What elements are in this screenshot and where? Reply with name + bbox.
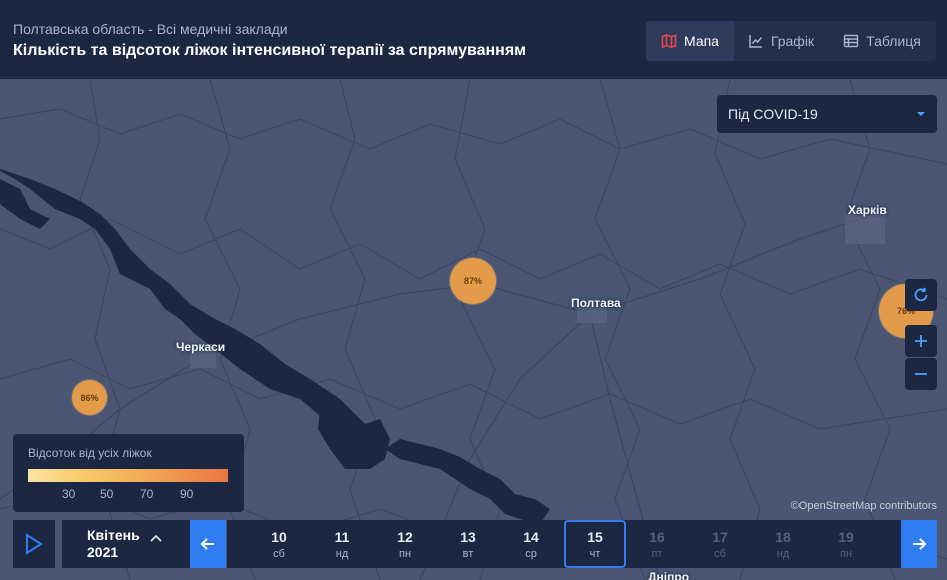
- day-item-selected[interactable]: 15 чт: [564, 520, 626, 568]
- day-weekday: вт: [462, 547, 474, 560]
- tab-map[interactable]: Мапа: [646, 21, 734, 61]
- day-number: 14: [523, 528, 539, 545]
- day-item[interactable]: 14 ср: [500, 520, 562, 568]
- header: Полтавська область - Всі медичні заклади…: [0, 0, 947, 78]
- day-number: 17: [712, 528, 728, 545]
- chart-icon: [749, 35, 762, 48]
- view-tabs: Мапа Графік Таблиця: [646, 21, 936, 61]
- timeline: Квітень 2021 10 сб 11 нд 12 пн 13 вт 14 …: [0, 520, 947, 580]
- day-number: 10: [271, 528, 287, 545]
- month-name: Квітень: [87, 527, 140, 543]
- play-button[interactable]: [13, 520, 55, 568]
- day-weekday: сб: [714, 547, 726, 560]
- day-item[interactable]: 11 нд: [311, 520, 373, 568]
- chevron-down-icon: [917, 112, 925, 116]
- play-icon: [26, 533, 43, 555]
- page-title: Кількість та відсоток ліжок інтенсивної …: [13, 42, 527, 59]
- reset-view-button[interactable]: [905, 279, 937, 311]
- day-weekday: пн: [398, 547, 412, 560]
- day-item[interactable]: 13 вт: [437, 520, 499, 568]
- day-weekday: пт: [651, 547, 663, 560]
- day-item[interactable]: 10 сб: [248, 520, 310, 568]
- covid-filter-select[interactable]: Під COVID-19: [717, 95, 937, 133]
- day-weekday: пн: [839, 547, 853, 560]
- city-label: Черкаси: [176, 340, 226, 354]
- day-number: 19: [838, 528, 854, 545]
- map-area[interactable]: Харків Полтава Черкаси Дніпро 87% 86% 76…: [0, 79, 947, 580]
- arrow-right-icon: [913, 538, 927, 550]
- day-strip: 10 сб 11 нд 12 пн 13 вт 14 ср 15 чт 16 п…: [227, 520, 901, 568]
- day-item: 19 пн: [815, 520, 877, 568]
- refresh-icon: [914, 287, 928, 302]
- city-label: Харків: [848, 203, 887, 217]
- tab-chart[interactable]: Графік: [734, 21, 828, 61]
- day-number: 15: [587, 528, 603, 545]
- day-item: 18 нд: [752, 520, 814, 568]
- day-weekday: нд: [335, 547, 349, 560]
- legend-tick: 90: [180, 487, 194, 501]
- day-weekday: чт: [589, 547, 601, 560]
- minus-icon: [915, 373, 927, 375]
- breadcrumb[interactable]: Полтавська область - Всі медичні заклади: [13, 21, 288, 37]
- table-icon: [843, 34, 859, 48]
- prev-day-button[interactable]: [190, 520, 226, 568]
- arrow-left-icon: [200, 538, 214, 550]
- region-bubble[interactable]: 86%: [72, 380, 107, 415]
- day-weekday: сб: [273, 547, 285, 560]
- day-number: 12: [397, 528, 413, 545]
- day-number: 16: [649, 528, 665, 545]
- map-attribution[interactable]: ©OpenStreetMap contributors: [791, 500, 937, 512]
- legend-color-scale: [28, 469, 228, 482]
- filter-value: Під COVID-19: [728, 106, 818, 122]
- plus-icon: [915, 335, 927, 347]
- zoom-in-button[interactable]: [905, 325, 937, 357]
- legend-tick: 30: [62, 487, 76, 501]
- legend-ticks: 30 50 70 90: [28, 487, 229, 503]
- map-icon: [661, 34, 677, 49]
- zoom-out-button[interactable]: [905, 358, 937, 390]
- day-item: 16 пт: [626, 520, 688, 568]
- month-selector[interactable]: Квітень 2021: [62, 520, 190, 568]
- legend-tick: 70: [140, 487, 154, 501]
- next-day-button[interactable]: [901, 520, 937, 568]
- day-weekday: ср: [525, 547, 537, 560]
- map-legend: Відсоток від усіх ліжок 30 50 70 90: [13, 434, 244, 512]
- tab-table-label: Таблиця: [866, 33, 921, 49]
- city-label: Полтава: [571, 296, 621, 310]
- legend-title: Відсоток від усіх ліжок: [28, 446, 152, 460]
- day-number: 13: [460, 528, 476, 545]
- chevron-up-icon: [150, 534, 162, 542]
- day-number: 18: [775, 528, 791, 545]
- tab-map-label: Мапа: [684, 33, 719, 49]
- day-weekday: нд: [776, 547, 790, 560]
- tab-chart-label: Графік: [770, 33, 815, 49]
- region-bubble[interactable]: 87%: [450, 258, 496, 304]
- tab-table[interactable]: Таблиця: [828, 21, 936, 61]
- day-number: 11: [334, 528, 350, 545]
- month-year: 2021: [87, 544, 119, 560]
- day-item[interactable]: 12 пн: [374, 520, 436, 568]
- legend-tick: 50: [100, 487, 114, 501]
- day-item: 17 сб: [689, 520, 751, 568]
